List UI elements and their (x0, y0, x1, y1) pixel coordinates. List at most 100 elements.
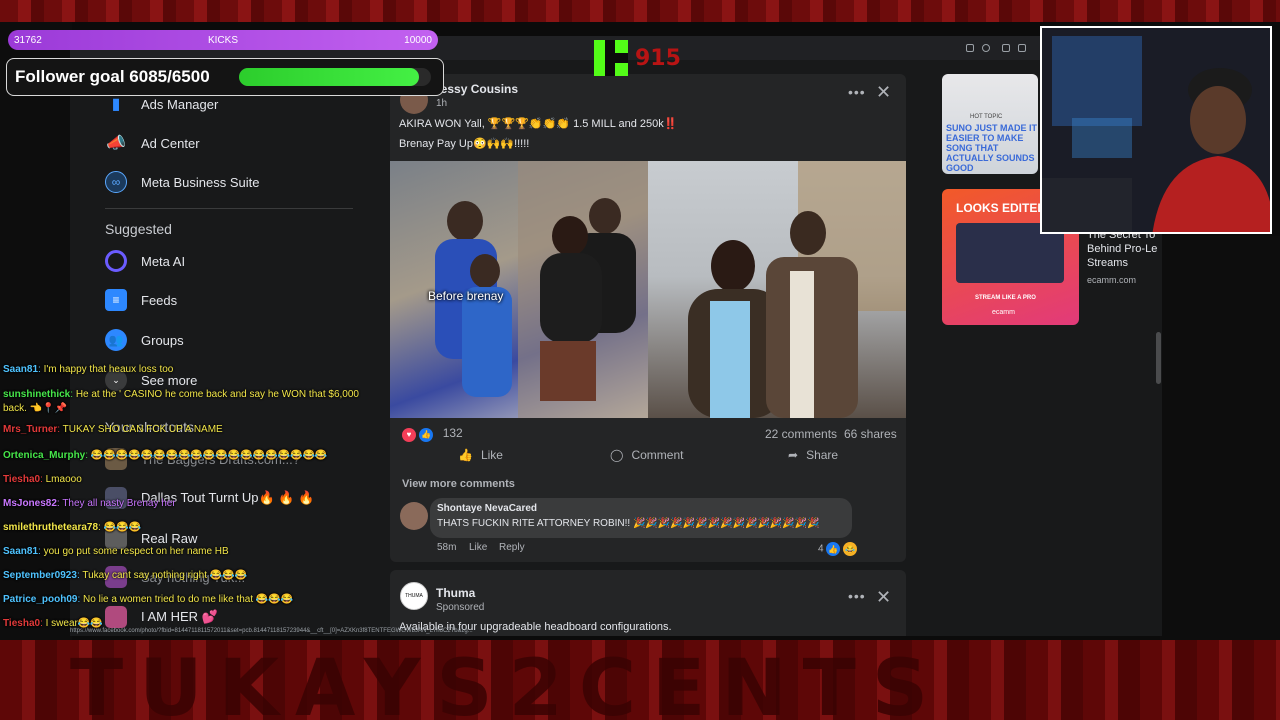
kick-logo-icon (594, 40, 628, 76)
ad-tag: HOT TOPIC (970, 114, 1003, 120)
chat-username[interactable]: Saan81 (3, 546, 38, 557)
post-author[interactable]: Jessy Cousins (434, 82, 518, 96)
reaction-summary[interactable]: ♥ 👍 132 (402, 426, 463, 442)
ad-brand-name[interactable]: Thuma (436, 586, 475, 600)
bookmark-star-icon[interactable] (982, 44, 990, 52)
close-icon[interactable]: ✕ (876, 587, 891, 608)
chat-text: Lmaooo (45, 474, 82, 485)
ad-domain[interactable]: ecamm.com (1087, 275, 1136, 285)
comments-count[interactable]: 22 comments (765, 427, 837, 441)
chat-username[interactable]: Mrs_Turner (3, 424, 57, 435)
scrollbar[interactable] (1156, 332, 1161, 384)
thuma-logo[interactable]: THUMA (400, 582, 428, 610)
chat-text: TUKAY SHO CAN FCK UP A NAME (62, 424, 223, 435)
chat-username[interactable]: sunshinethick (3, 389, 70, 400)
sidebar-item-label: Groups (141, 332, 184, 348)
ad-button-text: STREAM LIKE A PRO (975, 295, 1036, 301)
meta-business-icon: ∞ (105, 171, 127, 193)
chat-message: Saan81: you go put some respect on her n… (3, 546, 229, 557)
sidebar-item-feeds[interactable]: ≡ Feeds (105, 284, 177, 316)
chat-message: Tiesha0: Lmaooo (3, 474, 82, 485)
follower-goal-text: Follower goal 6085/6500 (15, 67, 210, 86)
overlay-bottom-band: TUKAYS2CENTS (0, 640, 1280, 720)
post-time[interactable]: 1h (436, 98, 447, 109)
more-options-icon[interactable]: ••• (848, 84, 866, 100)
megaphone-icon: 📣 (106, 135, 126, 152)
status-bar-url: https://www.facebook.com/photo/?fbid=814… (70, 628, 473, 634)
ad-thumbnail-suno[interactable]: HOT TOPIC SUNO JUST MADE IT EASIER TO MA… (942, 74, 1038, 174)
kicks-goal-label: KICKS (207, 34, 238, 46)
comment-author[interactable]: Shontaye NevaCared (437, 503, 537, 514)
chat-text: No lie a women tried to do me like that … (83, 594, 294, 605)
chat-text: 😂😂😂😂😂😂😂😂😂😂😂😂😂😂😂😂😂😂😂 (90, 450, 328, 461)
chat-username[interactable]: smilethrutheteara78 (3, 522, 98, 533)
close-icon[interactable]: ✕ (876, 82, 891, 103)
chat-message: smilethrutheteara78: 😂😂😂 (3, 522, 141, 533)
like-button-label: Like (480, 448, 503, 462)
thumbs-up-icon: 👍 (458, 448, 473, 462)
shortcut-avatar (105, 606, 127, 628)
chat-message: Ortenica_Murphy: 😂😂😂😂😂😂😂😂😂😂😂😂😂😂😂😂😂😂😂 (3, 450, 327, 461)
comment-reply-link[interactable]: Reply (499, 542, 525, 553)
share-button-label: Share (806, 448, 839, 462)
comment-like-link[interactable]: Like (469, 542, 487, 553)
like-reaction-icon: 👍 (826, 542, 841, 556)
post-photo-after[interactable] (648, 161, 906, 418)
reaction-count: 132 (442, 426, 463, 440)
webcam-scene (1042, 28, 1270, 232)
chat-username[interactable]: Saan81 (3, 364, 38, 375)
sponsored-post: THUMA Thuma Sponsored ••• ✕ Available in… (390, 570, 906, 636)
like-button[interactable]: 👍 Like (458, 448, 503, 462)
sidebar-item-label: Ads Manager (141, 96, 219, 112)
shares-count[interactable]: 66 shares (844, 427, 897, 441)
post-text-line-1: AKIRA WON Yall, 🏆🏆🏆👏👏👏 1.5 MILL and 250k… (399, 118, 678, 130)
chat-username[interactable]: Tiesha0 (3, 474, 40, 485)
chat-username[interactable]: Patrice_pooh09 (3, 594, 77, 605)
kicks-goal-start: 31762 (14, 34, 42, 46)
laugh-reaction-icon: 😂 (843, 542, 858, 556)
share-button[interactable]: ➦ Share (788, 448, 838, 462)
feed-post: Jessy Cousins 1h ••• ✕ AKIRA WON Yall, 🏆… (390, 74, 906, 562)
sidebar-item-label: Feeds (141, 292, 178, 308)
chat-message: Tiesha0: I swear😂😂 (3, 618, 103, 629)
chat-username[interactable]: Tiesha0 (3, 618, 40, 629)
window-icon[interactable] (1018, 44, 1026, 52)
comment-reaction-count: 4 (818, 543, 824, 555)
share-arrow-icon: ➦ (788, 448, 799, 462)
kicks-goal-end: 10000 (404, 34, 432, 46)
comment-reactions[interactable]: 4 👍 😂 (818, 542, 858, 556)
ad-title[interactable]: The Secret To Behind Pro-Le Streams (1087, 228, 1162, 270)
chat-text: 😂😂😂 (103, 522, 141, 533)
chat-username[interactable]: September0923 (3, 570, 77, 581)
browser-window: ▮ Ads Manager 📣 Ad Center ∞ Meta Busines… (70, 36, 1162, 636)
post-text-line-2: Brenay Pay Up😳🙌🙌!!!!! (399, 138, 530, 150)
ecamm-logo: ecamm (992, 309, 1015, 316)
chat-message: sunshinethick: He at the ' CASINO he com… (3, 388, 365, 416)
comment-text: THATS FUCKIN RITE ATTORNEY ROBIN!! 🎉🎉🎉🎉🎉… (437, 518, 820, 529)
extension-icon[interactable] (966, 44, 974, 52)
sidebar-item-label: Ad Center (141, 135, 200, 151)
more-options-icon[interactable]: ••• (848, 588, 866, 604)
view-more-comments[interactable]: View more comments (402, 478, 515, 490)
sponsored-label: Sponsored (436, 602, 485, 613)
sidebar-item-label: Meta Business Suite (141, 174, 260, 190)
commenter-avatar[interactable] (400, 502, 428, 530)
sidebar-item-meta-business-suite[interactable]: ∞ Meta Business Suite (105, 166, 260, 198)
chat-username[interactable]: Ortenica_Murphy (3, 450, 85, 461)
feeds-icon: ≡ (105, 289, 127, 311)
post-photo-before[interactable]: Before brenay (390, 161, 648, 418)
chat-text: you go put some respect on her name HB (43, 546, 229, 557)
chat-text: Tukay cant say nothing right 😂😂😂 (82, 570, 248, 581)
sidebar-item-label: Meta AI (141, 253, 186, 269)
sidebar-item-groups[interactable]: 👥 Groups (105, 324, 184, 356)
puzzle-icon[interactable] (1002, 44, 1010, 52)
groups-icon: 👥 (105, 329, 127, 351)
sidebar-item-meta-ai[interactable]: Meta AI (105, 245, 185, 277)
overlay-right-band (1160, 236, 1280, 640)
comment-button[interactable]: ◯ Comment (610, 448, 683, 462)
ad-headline: SUNO JUST MADE IT EASIER TO MAKE SONG TH… (946, 123, 1038, 173)
chat-message: Saan81: I'm happy that heaux loss too (3, 364, 173, 375)
follower-goal-track (239, 68, 431, 86)
sidebar-item-ad-center[interactable]: 📣 Ad Center (105, 127, 200, 159)
chat-username[interactable]: MsJones82 (3, 498, 57, 509)
